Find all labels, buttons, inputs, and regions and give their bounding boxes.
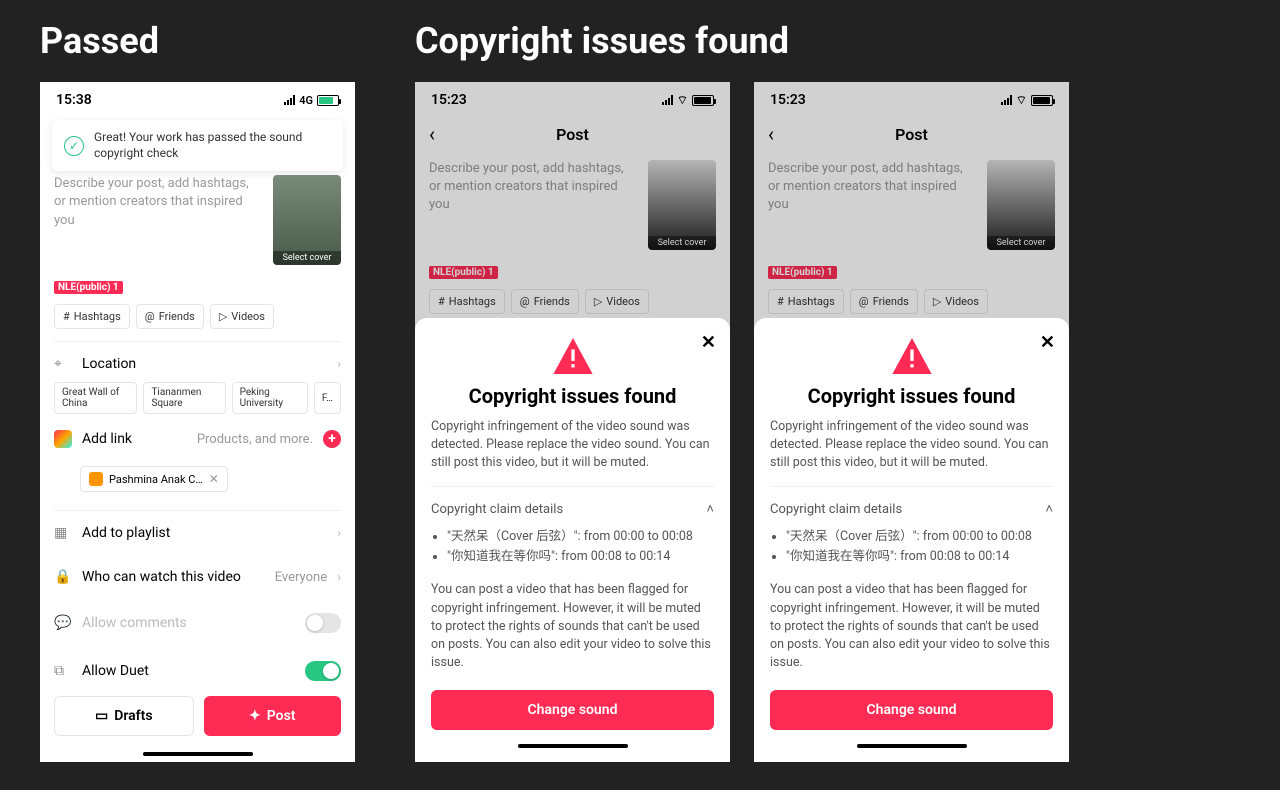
post-icon: ✦ — [249, 708, 261, 724]
videos-chip[interactable]: ▷Videos — [210, 304, 274, 329]
heading-passed: Passed — [40, 20, 355, 62]
copyright-sheet: ✕ Copyright issues found Copyright infri… — [415, 318, 730, 762]
remove-link-icon[interactable]: ✕ — [209, 472, 219, 486]
chevron-right-icon: › — [337, 357, 341, 372]
claim-list: "天然呆（Cover 后弦）": from 00:00 to 00:08 "你知… — [431, 527, 714, 567]
close-icon[interactable]: ✕ — [701, 332, 716, 353]
battery-icon — [317, 95, 339, 106]
home-indicator — [143, 752, 253, 756]
loc-sugg-1[interactable]: Tiananmen Square — [143, 382, 225, 414]
status-time: 15:38 — [56, 92, 92, 108]
claim-item: "你知道我在等你吗": from 00:08 to 00:14 — [786, 547, 1053, 567]
duet-row: ⧉ Allow Duet — [54, 647, 341, 684]
sheet-title: Copyright issues found — [770, 384, 1053, 408]
alert-icon — [892, 338, 932, 374]
video-thumbnail[interactable]: Select cover — [273, 175, 341, 265]
location-icon: ⌖ — [54, 356, 72, 372]
copyright-sheet: ✕ Copyright issues found Copyright infri… — [754, 318, 1069, 762]
nle-tag: NLE(public) 1 — [54, 281, 123, 294]
duet-icon: ⧉ — [54, 663, 72, 679]
playlist-row[interactable]: ▦ Add to playlist › — [54, 511, 341, 555]
copyright-pass-toast: ✓ Great! Your work has passed the sound … — [52, 120, 343, 171]
chevron-up-icon: ˄ — [1045, 501, 1053, 517]
change-sound-button[interactable]: Change sound — [770, 690, 1053, 730]
phone-passed: 15:38 4G ✓ Great! Your work has passed t… — [40, 82, 355, 762]
chevron-up-icon: ˄ — [706, 501, 714, 517]
loc-sugg-0[interactable]: Great Wall of China — [54, 382, 137, 414]
link-chip[interactable]: Pashmina Anak C… ✕ — [80, 466, 228, 492]
comment-icon: 💬 — [54, 615, 72, 631]
home-indicator — [518, 744, 628, 748]
sheet-body: Copyright infringement of the video soun… — [431, 418, 714, 472]
play-icon: ▷ — [219, 310, 227, 323]
plus-icon[interactable]: + — [323, 430, 341, 448]
chevron-right-icon: › — [337, 570, 341, 585]
loc-sugg-3[interactable]: F… — [314, 382, 341, 414]
claim-item: "你知道我在等你吗": from 00:08 to 00:14 — [447, 547, 714, 567]
sheet-footer: You can post a video that has been flagg… — [431, 581, 714, 672]
hash-icon: # — [63, 310, 70, 323]
chevron-right-icon: › — [337, 526, 341, 541]
comments-toggle[interactable] — [305, 613, 341, 633]
network-label: 4G — [299, 94, 313, 107]
home-indicator — [857, 744, 967, 748]
sheet-footer: You can post a video that has been flagg… — [770, 581, 1053, 672]
close-icon[interactable]: ✕ — [1040, 332, 1055, 353]
at-icon: @ — [145, 310, 155, 323]
drafts-button[interactable]: ▭Drafts — [54, 696, 194, 736]
signal-icon — [284, 95, 295, 105]
phone-issue-1: 15:23 ⌔ ‹ Post Describe your post, add h… — [415, 82, 730, 762]
toast-text: Great! Your work has passed the sound co… — [94, 130, 331, 161]
sheet-title: Copyright issues found — [431, 384, 714, 408]
claim-details-toggle[interactable]: Copyright claim details ˄ — [770, 501, 1053, 517]
drafts-icon: ▭ — [95, 708, 108, 724]
add-link-row[interactable]: Add link Products, and more. + — [54, 418, 341, 460]
playlist-icon: ▦ — [54, 525, 72, 541]
location-row[interactable]: ⌖ Location › — [54, 342, 341, 386]
claim-details-toggle[interactable]: Copyright claim details ˄ — [431, 501, 714, 517]
hashtags-chip[interactable]: #Hashtags — [54, 304, 130, 329]
heading-issues: Copyright issues found — [415, 20, 1240, 62]
claim-item: "天然呆（Cover 后弦）": from 00:00 to 00:08 — [447, 527, 714, 547]
duet-toggle[interactable] — [305, 661, 341, 681]
select-cover-label[interactable]: Select cover — [273, 251, 341, 265]
phone-issue-2: 15:23 ⌔ ‹ Post Describe your post, add h… — [754, 82, 1069, 762]
addlink-icon — [54, 430, 72, 448]
check-icon: ✓ — [64, 136, 84, 156]
alert-icon — [553, 338, 593, 374]
description-input[interactable]: Describe your post, add hashtags, or men… — [54, 175, 263, 265]
change-sound-button[interactable]: Change sound — [431, 690, 714, 730]
claim-item: "天然呆（Cover 后弦）": from 00:00 to 00:08 — [786, 527, 1053, 547]
sheet-body: Copyright infringement of the video soun… — [770, 418, 1053, 472]
comments-row: 💬 Allow comments — [54, 599, 341, 647]
privacy-row[interactable]: 🔒 Who can watch this video Everyone › — [54, 555, 341, 599]
claim-list: "天然呆（Cover 后弦）": from 00:00 to 00:08 "你知… — [770, 527, 1053, 567]
loc-sugg-2[interactable]: Peking University — [232, 382, 308, 414]
lock-icon: 🔒 — [54, 569, 72, 585]
friends-chip[interactable]: @Friends — [136, 304, 204, 329]
status-bar: 15:38 4G — [40, 88, 355, 112]
shop-icon — [89, 472, 103, 486]
post-button[interactable]: ✦Post — [204, 696, 342, 736]
